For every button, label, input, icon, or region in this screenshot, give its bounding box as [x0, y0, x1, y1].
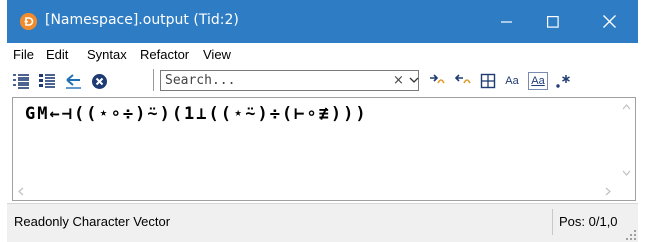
status-position: Pos: 0/1,0 — [559, 214, 618, 229]
resize-grip-icon[interactable] — [626, 230, 636, 240]
regex-icon[interactable] — [553, 71, 573, 91]
maximize-button[interactable] — [530, 0, 576, 43]
scroll-left-icon — [18, 187, 24, 196]
search-box[interactable]: × — [160, 70, 419, 91]
scroll-down-icon — [622, 170, 631, 176]
horizontal-scrollbar[interactable] — [13, 183, 619, 200]
previous-match-icon[interactable] — [453, 71, 473, 91]
code-line[interactable]: GM←⊣((⋆∘÷)⍨)(1⊥((⋆⍨)÷(⊢∘≢))) — [25, 104, 368, 124]
scroll-right-icon — [605, 187, 611, 196]
search-clear-button[interactable]: × — [393, 73, 404, 88]
status-type: Readonly Character Vector — [14, 214, 171, 229]
dyalog-apl-icon — [20, 13, 37, 30]
match-whole-icon[interactable]: Aa — [527, 71, 549, 91]
close-icon — [602, 15, 616, 28]
close-button[interactable] — [586, 0, 632, 43]
next-match-icon[interactable] — [427, 71, 447, 91]
menu-syntax[interactable]: Syntax — [87, 47, 127, 62]
box-plus-icon[interactable] — [478, 71, 498, 91]
status-divider — [552, 209, 553, 235]
match-case-icon[interactable]: Aa — [501, 71, 523, 91]
menu-edit[interactable]: Edit — [46, 47, 68, 62]
toolbar: × Aa Aa — [7, 67, 638, 95]
window-title: [Namespace].output (Tid:2) — [45, 12, 239, 28]
status-bar: Readonly Character Vector Pos: 0/1,0 — [7, 203, 638, 242]
editor-window: [Namespace].output (Tid:2) File Edit Syn… — [7, 0, 638, 242]
toolbar-separator — [153, 69, 154, 91]
minimize-button[interactable] — [484, 0, 530, 43]
indent-list-icon[interactable] — [37, 71, 57, 91]
arrow-back-icon[interactable] — [63, 71, 83, 91]
menu-refactor[interactable]: Refactor — [140, 47, 189, 62]
menu-file[interactable]: File — [13, 47, 34, 62]
title-bar[interactable]: [Namespace].output (Tid:2) — [7, 0, 638, 43]
chevron-down-icon[interactable] — [409, 77, 419, 84]
scroll-up-icon — [622, 104, 631, 110]
vertical-scrollbar[interactable] — [618, 98, 635, 184]
menu-bar: File Edit Syntax Refactor View — [7, 43, 638, 67]
minimize-icon — [501, 20, 512, 23]
code-editor[interactable]: GM←⊣((⋆∘÷)⍨)(1⊥((⋆⍨)÷(⊢∘≢))) — [12, 97, 636, 201]
menu-view[interactable]: View — [203, 47, 231, 62]
close-circle-icon[interactable] — [89, 71, 109, 91]
search-input[interactable] — [165, 72, 365, 89]
list-icon[interactable] — [11, 71, 31, 91]
maximize-icon — [547, 15, 559, 28]
